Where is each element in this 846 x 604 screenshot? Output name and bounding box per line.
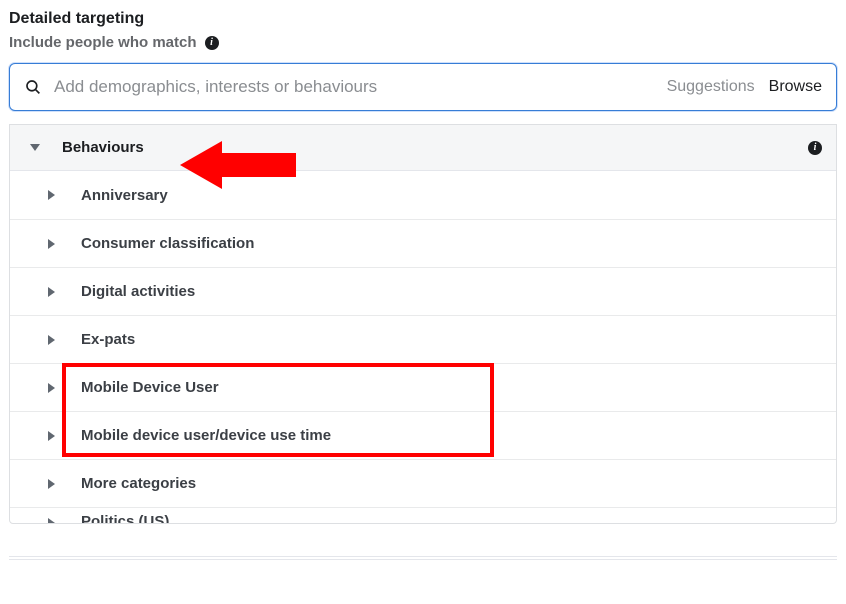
chevron-right-icon (48, 431, 55, 441)
chevron-right-icon (48, 335, 55, 345)
list-item[interactable]: Consumer classification (10, 219, 836, 267)
list-item-label: Consumer classification (81, 235, 254, 252)
subtitle-row: Include people who match i (9, 34, 837, 51)
list-item-label: Mobile Device User (81, 379, 219, 396)
category-header[interactable]: Behaviours i (10, 125, 836, 171)
list-item[interactable]: More categories (10, 459, 836, 507)
list-item[interactable]: Anniversary (10, 171, 836, 219)
chevron-down-icon (30, 144, 40, 151)
list-item-label: Ex-pats (81, 331, 135, 348)
search-actions: Suggestions Browse (667, 78, 822, 96)
chevron-right-icon (48, 383, 55, 393)
list-item-label: More categories (81, 475, 196, 492)
browse-link[interactable]: Browse (769, 78, 822, 96)
list-item-label: Mobile device user/device use time (81, 427, 331, 444)
category-label: Behaviours (62, 139, 808, 156)
subtitle-text: Include people who match (9, 34, 197, 51)
info-icon[interactable]: i (205, 36, 219, 50)
subcategory-list: Anniversary Consumer classification Digi… (10, 171, 836, 523)
list-item-label: Politics (US) (81, 516, 169, 523)
list-item-label: Anniversary (81, 187, 168, 204)
browse-panel: Behaviours i Anniversary Consumer classi… (9, 124, 837, 524)
list-item[interactable]: Mobile device user/device use time (10, 411, 836, 459)
section-title: Detailed targeting (9, 10, 837, 28)
list-item[interactable]: Politics (US) (10, 507, 836, 523)
chevron-right-icon (48, 479, 55, 489)
suggestions-link[interactable]: Suggestions (667, 78, 755, 96)
list-item[interactable]: Mobile Device User (10, 363, 836, 411)
list-item-label: Digital activities (81, 283, 195, 300)
divider (9, 556, 837, 560)
list-item[interactable]: Ex-pats (10, 315, 836, 363)
chevron-right-icon (48, 190, 55, 200)
targeting-search-field[interactable]: Suggestions Browse (9, 63, 837, 111)
list-item[interactable]: Digital activities (10, 267, 836, 315)
chevron-right-icon (48, 287, 55, 297)
search-input[interactable] (54, 77, 655, 97)
search-icon (24, 78, 42, 96)
chevron-right-icon (48, 239, 55, 249)
chevron-right-icon (48, 518, 55, 523)
info-icon[interactable]: i (808, 141, 822, 155)
